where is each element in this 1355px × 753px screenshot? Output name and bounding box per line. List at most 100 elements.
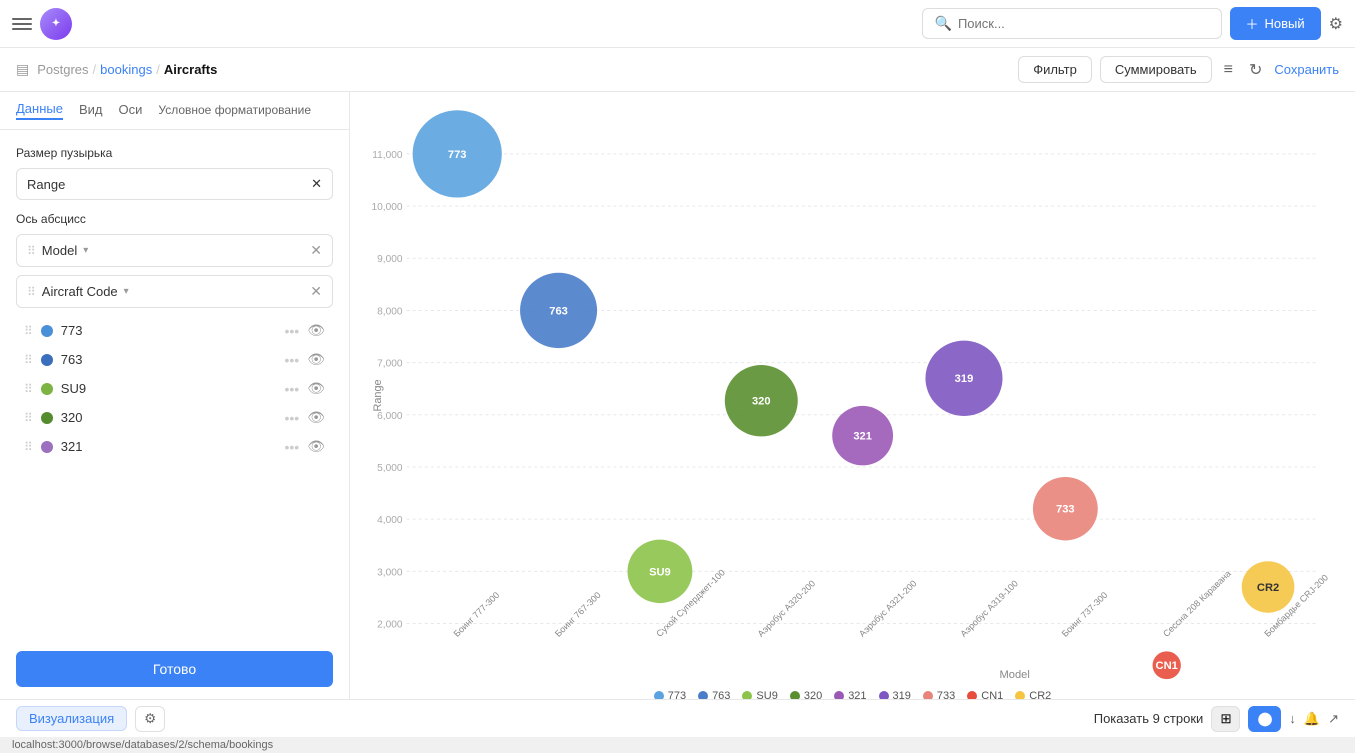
axis-label-aircraft-code: Aircraft Code bbox=[42, 284, 118, 299]
columns-icon[interactable]: ≡ bbox=[1220, 57, 1237, 83]
bubble-size-label: Размер пузырька bbox=[16, 146, 333, 160]
item-label: SU9 bbox=[61, 381, 277, 396]
svg-text:3,000: 3,000 bbox=[377, 567, 403, 578]
svg-text:4,000: 4,000 bbox=[377, 515, 403, 526]
caret-aircraft-code[interactable]: ▾ bbox=[124, 286, 129, 297]
logo-icon: ✦ bbox=[40, 8, 72, 40]
legend-item: 733 bbox=[923, 690, 955, 699]
list-item: ⠿ SU9 ••• 👁 bbox=[16, 374, 333, 403]
filter-button[interactable]: Фильтр bbox=[1018, 56, 1092, 83]
svg-text:8,000: 8,000 bbox=[377, 307, 403, 318]
item-label: 321 bbox=[61, 439, 277, 454]
summarize-button[interactable]: Суммировать bbox=[1100, 56, 1212, 83]
breadcrumb-schema[interactable]: bookings bbox=[100, 62, 152, 77]
ready-button[interactable]: Готово bbox=[16, 651, 333, 687]
left-panel: Данные Вид Оси Условное форматирование Р… bbox=[0, 92, 350, 699]
more-icon[interactable]: ••• bbox=[285, 381, 300, 397]
legend-item: SU9 bbox=[742, 690, 777, 699]
export-icon[interactable]: ↗ bbox=[1328, 711, 1339, 727]
legend-item: CN1 bbox=[967, 690, 1003, 699]
bubble-view-icon[interactable]: ⬤ bbox=[1248, 706, 1281, 732]
save-button[interactable]: Сохранить bbox=[1274, 62, 1339, 77]
eye-icon[interactable]: 👁 bbox=[307, 322, 325, 339]
legend-item: CR2 bbox=[1015, 690, 1051, 699]
main-layout: Данные Вид Оси Условное форматирование Р… bbox=[0, 92, 1355, 699]
eye-icon[interactable]: 👁 bbox=[307, 351, 325, 368]
svg-text:9,000: 9,000 bbox=[377, 254, 403, 265]
bubble-clear-icon[interactable]: ✕ bbox=[311, 176, 322, 192]
caret-model[interactable]: ▾ bbox=[83, 245, 88, 256]
svg-text:SU9: SU9 bbox=[649, 566, 671, 578]
svg-text:Range: Range bbox=[372, 379, 384, 411]
search-bar[interactable]: 🔍 bbox=[922, 8, 1222, 39]
axis-row-model: ⠿ Model ▾ ✕ bbox=[16, 234, 333, 267]
model-clear-icon[interactable]: ✕ bbox=[310, 242, 322, 259]
new-button[interactable]: ＋ Новый bbox=[1230, 7, 1321, 40]
legend-item: 763 bbox=[698, 690, 730, 699]
visualize-button[interactable]: Визуализация bbox=[16, 706, 127, 731]
eye-icon[interactable]: 👁 bbox=[307, 380, 325, 397]
item-dot bbox=[41, 412, 53, 424]
svg-text:11,000: 11,000 bbox=[372, 150, 403, 161]
item-label: 763 bbox=[61, 352, 277, 367]
row-count-label: Показать 9 строки bbox=[1094, 711, 1204, 726]
more-icon[interactable]: ••• bbox=[285, 352, 300, 368]
item-dot bbox=[41, 325, 53, 337]
item-label: 773 bbox=[61, 323, 277, 338]
drag-handle[interactable]: ⠿ bbox=[24, 440, 33, 454]
table-view-icon[interactable]: ⊞ bbox=[1211, 706, 1240, 732]
svg-text:Аэробус A320-200: Аэробус A320-200 bbox=[756, 578, 818, 638]
drag-handle-model[interactable]: ⠿ bbox=[27, 244, 36, 258]
svg-text:CN1: CN1 bbox=[1156, 660, 1178, 672]
drag-handle-aircraft-code[interactable]: ⠿ bbox=[27, 285, 36, 299]
breadcrumb-table: Aircrafts bbox=[164, 62, 217, 77]
tab-data[interactable]: Данные bbox=[16, 101, 63, 120]
breadcrumb-bar: ▤ Postgres / bookings / Aircrafts Фильтр… bbox=[0, 48, 1355, 92]
bubble-field-selector[interactable]: Range ✕ bbox=[16, 168, 333, 200]
drag-handle[interactable]: ⠿ bbox=[24, 382, 33, 396]
svg-text:Аэробус A319-100: Аэробус A319-100 bbox=[958, 578, 1020, 638]
more-icon[interactable]: ••• bbox=[285, 410, 300, 426]
svg-text:321: 321 bbox=[853, 431, 872, 443]
legend-item: 321 bbox=[834, 690, 866, 699]
legend-item: 773 bbox=[654, 690, 686, 699]
eye-icon[interactable]: 👁 bbox=[307, 438, 325, 455]
svg-text:763: 763 bbox=[549, 306, 568, 318]
drag-handle[interactable]: ⠿ bbox=[24, 411, 33, 425]
refresh-icon[interactable]: ↻ bbox=[1245, 56, 1266, 84]
bell-icon[interactable]: 🔔 bbox=[1304, 711, 1320, 727]
item-dot bbox=[41, 354, 53, 366]
tab-axes[interactable]: Оси bbox=[119, 102, 143, 119]
viz-settings-icon[interactable]: ⚙ bbox=[135, 706, 165, 732]
status-bar: localhost:3000/browse/databases/2/schema… bbox=[0, 737, 1355, 753]
drag-handle[interactable]: ⠿ bbox=[24, 324, 33, 338]
tab-view[interactable]: Вид bbox=[79, 102, 103, 119]
svg-text:7,000: 7,000 bbox=[377, 359, 403, 370]
tabs-bar: Данные Вид Оси Условное форматирование bbox=[0, 92, 349, 130]
svg-text:319: 319 bbox=[955, 373, 974, 385]
settings-icon[interactable]: ⚙ bbox=[1329, 14, 1343, 34]
more-icon[interactable]: ••• bbox=[285, 323, 300, 339]
download-icon[interactable]: ↓ bbox=[1289, 711, 1296, 726]
legend-item: 319 bbox=[879, 690, 911, 699]
tab-conditional[interactable]: Условное форматирование bbox=[158, 103, 311, 119]
svg-text:Аэробус A321-200: Аэробус A321-200 bbox=[857, 578, 919, 638]
bubble-chart: 2,0003,0004,0005,0006,0007,0008,0009,000… bbox=[366, 108, 1339, 683]
svg-text:773: 773 bbox=[448, 149, 467, 161]
search-input[interactable] bbox=[958, 16, 1209, 31]
drag-handle[interactable]: ⠿ bbox=[24, 353, 33, 367]
eye-icon[interactable]: 👁 bbox=[307, 409, 325, 426]
item-dot bbox=[41, 383, 53, 395]
hamburger-menu[interactable] bbox=[12, 14, 32, 34]
panel-content: Размер пузырька Range ✕ Ось абсцисс ⠿ Mo… bbox=[0, 130, 349, 639]
list-item: ⠿ 320 ••• 👁 bbox=[16, 403, 333, 432]
svg-text:10,000: 10,000 bbox=[372, 202, 403, 213]
more-icon[interactable]: ••• bbox=[285, 439, 300, 455]
svg-text:Боинг 737-300: Боинг 737-300 bbox=[1060, 590, 1110, 639]
breadcrumb-postgres: Postgres bbox=[37, 62, 88, 77]
list-item: ⠿ 321 ••• 👁 bbox=[16, 432, 333, 461]
aircraft-code-clear-icon[interactable]: ✕ bbox=[310, 283, 322, 300]
breadcrumb-actions: Фильтр Суммировать ≡ ↻ Сохранить bbox=[1018, 56, 1339, 84]
svg-text:Model: Model bbox=[999, 669, 1029, 681]
top-nav: ✦ 🔍 ＋ Новый ⚙ bbox=[0, 0, 1355, 48]
